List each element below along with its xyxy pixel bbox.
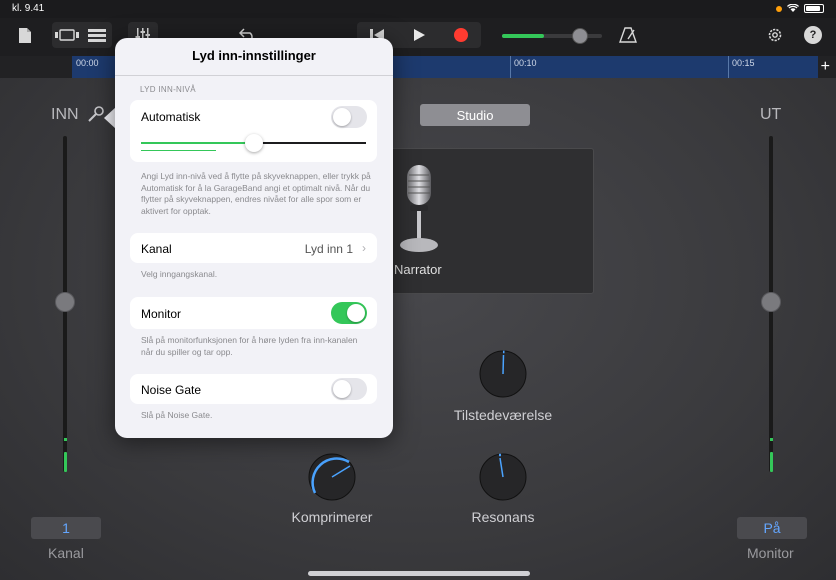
- channel-row[interactable]: Kanal Lyd inn 1 ›: [130, 233, 377, 263]
- input-meter-dot: [64, 438, 67, 441]
- tracks-view-button[interactable]: [82, 22, 112, 48]
- noise-gate-hint: Slå på Noise Gate.: [141, 410, 213, 420]
- status-bar: kl. 9.41: [0, 0, 836, 18]
- channel-row-label: Kanal: [141, 242, 172, 256]
- settings-button[interactable]: [764, 22, 786, 48]
- record-icon: [454, 28, 468, 42]
- wifi-icon: [787, 4, 799, 12]
- input-label: INN: [51, 106, 79, 123]
- input-settings-popover: Lyd inn-innstillinger LYD INN-NIVÅ Autom…: [115, 38, 393, 438]
- input-settings-icon[interactable]: [86, 104, 106, 124]
- automatic-level-card: Automatisk: [130, 100, 377, 162]
- toggle-thumb: [333, 108, 351, 126]
- play-icon: [414, 29, 425, 41]
- mic-in-use-indicator-icon: [776, 5, 782, 12]
- master-volume-knob[interactable]: [572, 28, 588, 44]
- input-level-slider-thumb[interactable]: [245, 134, 263, 152]
- my-songs-button[interactable]: [14, 22, 36, 48]
- home-indicator[interactable]: [308, 571, 530, 576]
- chevron-right-icon: ›: [362, 241, 366, 255]
- input-level-slider-fill: [141, 142, 254, 144]
- automatic-toggle[interactable]: [331, 106, 367, 128]
- presence-label: Tilstedeværelse: [453, 407, 553, 423]
- status-icons: [776, 4, 824, 13]
- ruler-tick: [510, 56, 511, 78]
- tab-studio[interactable]: Studio: [420, 104, 530, 126]
- monitor-label: Monitor: [747, 545, 794, 561]
- noise-gate-row: Noise Gate: [130, 374, 377, 404]
- channel-row-value: Lyd inn 1: [304, 242, 353, 256]
- automatic-label: Automatisk: [141, 110, 201, 124]
- document-icon: [19, 27, 31, 43]
- presence-knob[interactable]: [476, 347, 530, 401]
- view-switcher: [52, 22, 112, 48]
- output-meter-level: [770, 452, 773, 472]
- input-meter-level: [64, 452, 67, 472]
- mic-name-label: Narrator: [394, 262, 442, 277]
- status-time: kl. 9.41: [12, 3, 45, 14]
- ruler-mark: 00:00: [76, 58, 99, 68]
- channel-button[interactable]: 1: [31, 517, 101, 539]
- metronome-button[interactable]: [616, 22, 640, 48]
- play-button[interactable]: [401, 22, 437, 48]
- metronome-icon: [619, 27, 637, 43]
- compressor-knob[interactable]: [305, 450, 359, 504]
- toggle-thumb: [347, 304, 365, 322]
- settings-icon: [768, 28, 782, 42]
- popover-divider: [115, 75, 393, 76]
- resonance-knob[interactable]: [476, 450, 530, 504]
- toggle-thumb: [333, 380, 351, 398]
- noise-gate-label: Noise Gate: [141, 383, 202, 397]
- popover-title: Lyd inn-innstillinger: [192, 48, 316, 63]
- battery-icon: [804, 4, 824, 13]
- automatic-hint: Angi Lyd inn-nivå ved å flytte på skyvek…: [141, 171, 371, 216]
- channel-hint: Velg inngangskanal.: [141, 269, 218, 279]
- instrument-view-button[interactable]: [52, 22, 82, 48]
- monitor-row: Monitor: [130, 297, 377, 329]
- channel-label: Kanal: [48, 545, 84, 561]
- ruler-mark: 00:15: [732, 58, 755, 68]
- master-volume-fill: [502, 34, 544, 38]
- master-volume-slider[interactable]: [502, 28, 602, 44]
- ruler-tick: [728, 56, 729, 78]
- compressor-label: Komprimerer: [291, 509, 373, 525]
- monitor-row-label: Monitor: [141, 307, 182, 321]
- monitor-toggle[interactable]: [331, 302, 367, 324]
- add-section-button[interactable]: +: [821, 58, 830, 76]
- microphone-icon: [400, 165, 438, 252]
- help-icon: ?: [804, 26, 822, 44]
- help-button[interactable]: ?: [802, 22, 824, 48]
- resonance-label: Resonans: [471, 509, 535, 525]
- output-label: UT: [760, 106, 782, 123]
- record-button[interactable]: [443, 22, 479, 48]
- output-meter-dot: [770, 438, 773, 441]
- input-level-knob[interactable]: [55, 292, 75, 312]
- track-list-icon: [88, 28, 106, 42]
- input-level-meter: [141, 150, 216, 151]
- section-heading: LYD INN-NIVÅ: [140, 85, 196, 94]
- view-toggle-icon: [55, 29, 79, 41]
- monitor-hint: Slå på monitorfunksjonen for å høre lyde…: [141, 335, 358, 357]
- monitor-button[interactable]: På: [737, 517, 807, 539]
- noise-gate-toggle[interactable]: [331, 378, 367, 400]
- output-level-knob[interactable]: [761, 292, 781, 312]
- ruler-mark: 00:10: [514, 58, 537, 68]
